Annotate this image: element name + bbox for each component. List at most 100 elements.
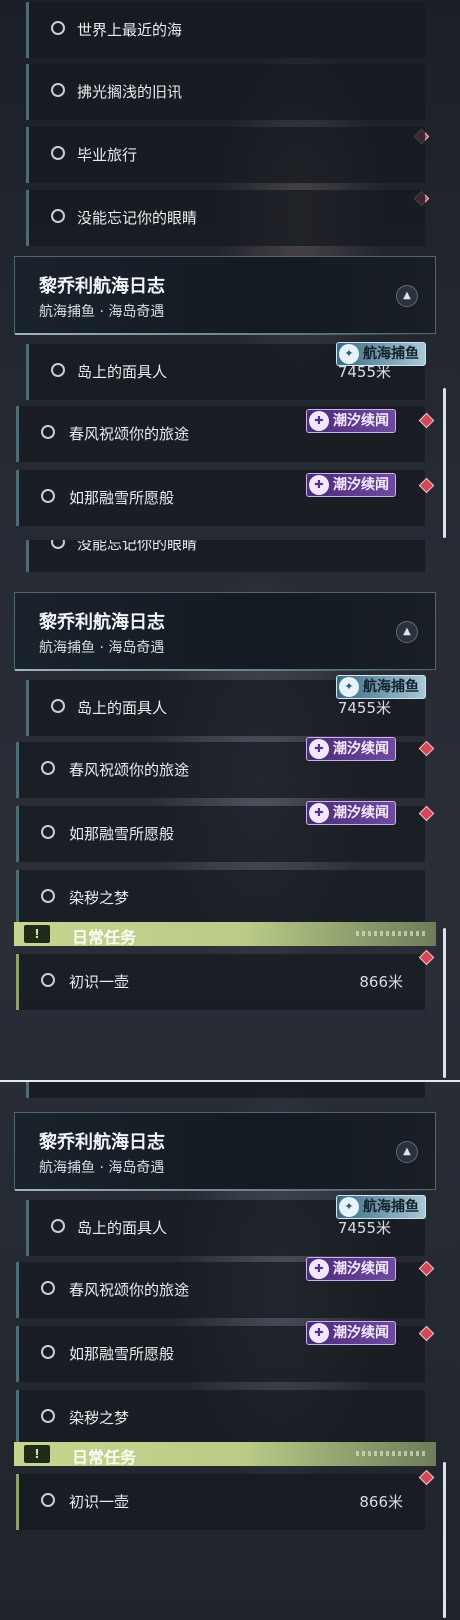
- quest-label: 染秽之梦: [69, 889, 130, 907]
- fishing-tag: ✦ 航海捕鱼: [336, 1195, 426, 1219]
- quest-panel-1: 世界上最近的海 拂光搁浅的旧讯 毕业旅行 没能忘记你的眼睛 黎乔利航海日志 航海…: [0, 0, 460, 540]
- quest-status-circle-icon: [51, 83, 65, 97]
- quest-status-circle-icon: [41, 489, 55, 503]
- quest-row[interactable]: 没能忘记你的眼睛: [26, 190, 425, 246]
- tide-tag: ✚ 潮汐续闻: [306, 1321, 396, 1345]
- quest-status-circle-icon: [51, 209, 65, 223]
- quest-status-circle-icon: [41, 761, 55, 775]
- tide-icon: ✚: [309, 1259, 329, 1279]
- fishing-tag-label: 航海捕鱼: [363, 1199, 419, 1215]
- quest-label: 初识一壶: [69, 1493, 130, 1511]
- quest-status-circle-icon: [41, 1345, 55, 1359]
- daily-tasks-label: 日常任务: [72, 928, 137, 947]
- tide-tag-label: 潮汐续闻: [333, 477, 389, 493]
- daily-tasks-label: 日常任务: [72, 1448, 137, 1467]
- quest-status-circle-icon: [41, 425, 55, 439]
- quest-status-circle-icon: [51, 699, 65, 713]
- tide-tag: ✚ 潮汐续闻: [306, 1257, 396, 1281]
- quest-label: 染秽之梦: [69, 1409, 130, 1427]
- quest-row[interactable]: 毕业旅行: [26, 127, 425, 183]
- quest-label: 岛上的面具人: [77, 1219, 168, 1237]
- quest-row[interactable]: 世界上最近的海: [26, 2, 425, 58]
- quest-label: 拂光搁浅的旧讯: [77, 83, 183, 101]
- fishing-tag-label: 航海捕鱼: [363, 346, 419, 362]
- tide-icon: ✚: [309, 1323, 329, 1343]
- quest-status-circle-icon: [51, 146, 65, 160]
- quest-status-circle-icon: [41, 1409, 55, 1423]
- chevron-up-icon[interactable]: ▲: [396, 1141, 418, 1163]
- quest-group-subtitle: 航海捕鱼 · 海岛奇遇: [39, 1160, 165, 1176]
- daily-tasks-header[interactable]: ! 日常任务: [14, 1442, 436, 1467]
- quest-label: 没能忘记你的眼睛: [77, 540, 198, 553]
- tide-tag: ✚ 潮汐续闻: [306, 409, 396, 433]
- quest-status-circle-icon: [41, 1281, 55, 1295]
- quest-row[interactable]: 拂光搁浅的旧讯: [26, 64, 425, 120]
- scrollbar[interactable]: [443, 1462, 446, 1618]
- quest-status-circle-icon: [51, 21, 65, 35]
- quest-label: 初识一壶: [69, 973, 130, 991]
- quest-status-circle-icon: [41, 1493, 55, 1507]
- quest-row[interactable]: 初识一壶 866米: [16, 1474, 425, 1530]
- quest-distance: 866米: [359, 973, 403, 991]
- quest-status-circle-icon: [51, 1219, 65, 1233]
- scrollbar[interactable]: [443, 928, 446, 1078]
- quest-panel-3: 黎乔利航海日志 航海捕鱼 · 海岛奇遇 ▲ 岛上的面具人 7455米 ✦ 航海捕…: [0, 1082, 460, 1620]
- tide-tag-label: 潮汐续闻: [333, 413, 389, 429]
- tide-icon: ✚: [309, 475, 329, 495]
- quest-label: 如那融雪所愿般: [69, 489, 175, 507]
- decorative-pattern: [356, 1451, 426, 1456]
- quest-row-partial[interactable]: [26, 1082, 425, 1098]
- fishing-icon: ✦: [339, 1197, 359, 1217]
- quest-panel-2: 没能忘记你的眼睛 黎乔利航海日志 航海捕鱼 · 海岛奇遇 ▲ 岛上的面具人 74…: [0, 540, 460, 1080]
- quest-status-circle-icon: [41, 973, 55, 987]
- tide-tag: ✚ 潮汐续闻: [306, 473, 396, 497]
- quest-status-circle-icon: [51, 540, 65, 549]
- quest-group-header[interactable]: 黎乔利航海日志 航海捕鱼 · 海岛奇遇 ▲: [14, 256, 436, 335]
- quest-row[interactable]: 没能忘记你的眼睛: [26, 540, 425, 572]
- quest-group-subtitle: 航海捕鱼 · 海岛奇遇: [39, 304, 165, 320]
- quest-label: 如那融雪所愿般: [69, 1345, 175, 1363]
- quest-group-header[interactable]: 黎乔利航海日志 航海捕鱼 · 海岛奇遇 ▲: [14, 592, 436, 671]
- quest-group-title: 黎乔利航海日志: [39, 276, 165, 297]
- quest-label: 没能忘记你的眼睛: [77, 209, 198, 227]
- quest-row[interactable]: 染秽之梦: [16, 870, 425, 926]
- quest-group-title: 黎乔利航海日志: [39, 1132, 165, 1153]
- tide-tag: ✚ 潮汐续闻: [306, 737, 396, 761]
- tide-tag-label: 潮汐续闻: [333, 1261, 389, 1277]
- quest-status-circle-icon: [41, 825, 55, 839]
- decorative-pattern: [356, 931, 426, 936]
- quest-status-circle-icon: [51, 363, 65, 377]
- quest-group-header[interactable]: 黎乔利航海日志 航海捕鱼 · 海岛奇遇 ▲: [14, 1112, 436, 1191]
- quest-label: 春风祝颂你的旅途: [69, 425, 190, 443]
- quest-label: 春风祝颂你的旅途: [69, 1281, 190, 1299]
- quest-group-subtitle: 航海捕鱼 · 海岛奇遇: [39, 640, 165, 656]
- daily-tasks-header[interactable]: ! 日常任务: [14, 922, 436, 947]
- chevron-up-icon[interactable]: ▲: [396, 621, 418, 643]
- tide-icon: ✚: [309, 803, 329, 823]
- quest-label: 如那融雪所愿般: [69, 825, 175, 843]
- fishing-tag: ✦ 航海捕鱼: [336, 675, 426, 699]
- quest-status-circle-icon: [41, 889, 55, 903]
- exclamation-icon: !: [24, 1445, 50, 1463]
- quest-label: 岛上的面具人: [77, 699, 168, 717]
- quest-distance: 7455米: [337, 699, 391, 717]
- quest-label: 世界上最近的海: [77, 21, 183, 39]
- tide-tag-label: 潮汐续闻: [333, 805, 389, 821]
- quest-label: 毕业旅行: [77, 146, 138, 164]
- chevron-up-icon[interactable]: ▲: [396, 285, 418, 307]
- tide-tag-label: 潮汐续闻: [333, 741, 389, 757]
- fishing-icon: ✦: [339, 677, 359, 697]
- quest-label: 春风祝颂你的旅途: [69, 761, 190, 779]
- exclamation-icon: !: [24, 925, 50, 943]
- quest-group-title: 黎乔利航海日志: [39, 612, 165, 633]
- quest-row[interactable]: 染秽之梦: [16, 1390, 425, 1446]
- quest-distance: 7455米: [337, 1219, 391, 1237]
- quest-distance: 866米: [359, 1493, 403, 1511]
- quest-label: 岛上的面具人: [77, 363, 168, 381]
- quest-row[interactable]: 初识一壶 866米: [16, 954, 425, 1010]
- tide-tag: ✚ 潮汐续闻: [306, 801, 396, 825]
- scrollbar[interactable]: [443, 388, 446, 538]
- fishing-tag-label: 航海捕鱼: [363, 679, 419, 695]
- fishing-icon: ✦: [339, 344, 359, 364]
- tide-icon: ✚: [309, 739, 329, 759]
